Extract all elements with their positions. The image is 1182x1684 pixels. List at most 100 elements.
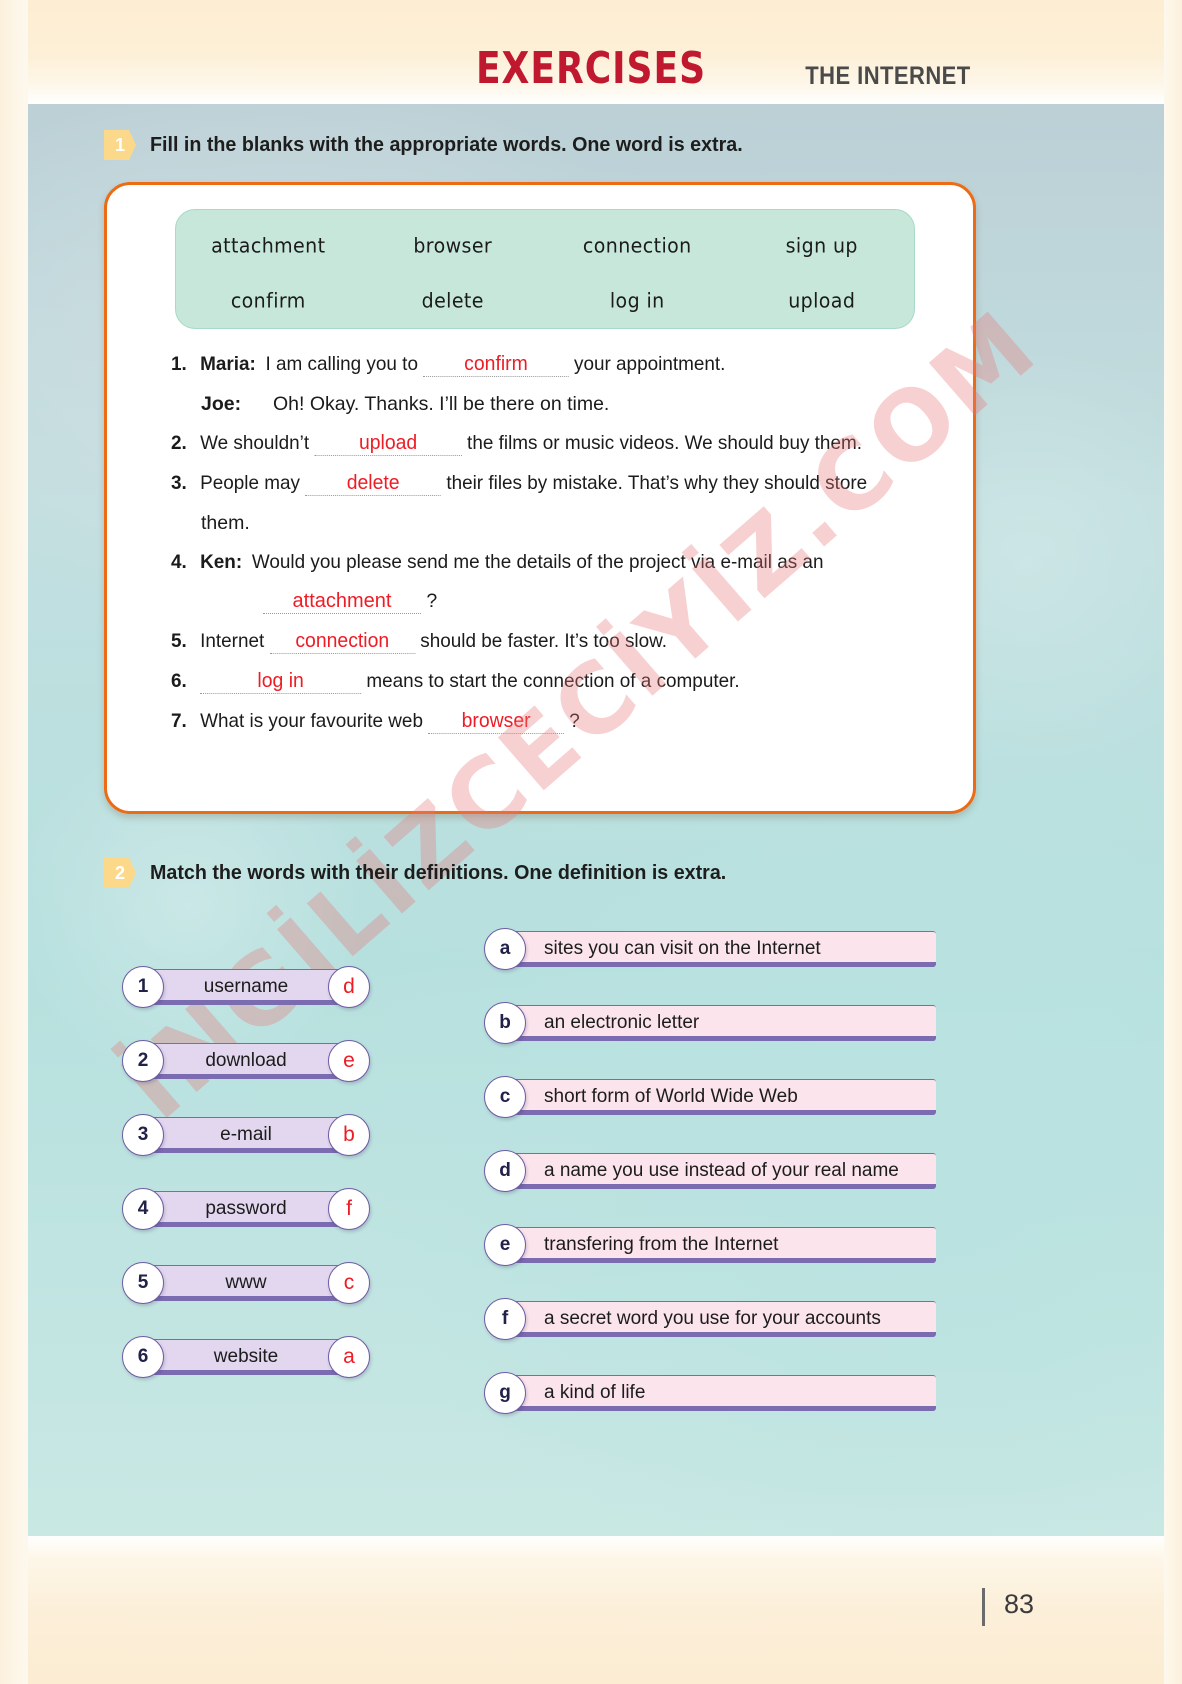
question-text: Would you please send me the details of … bbox=[251, 551, 824, 573]
word-bank-word[interactable]: browser bbox=[361, 234, 546, 257]
question-row: 3. People may delete their files by mist… bbox=[171, 472, 931, 496]
definition-item[interactable]: g a kind of life bbox=[484, 1372, 936, 1414]
exercise-1-instruction: Fill in the blanks with the appropriate … bbox=[150, 133, 743, 156]
exercise-2-badge: 2 bbox=[104, 858, 136, 888]
definition-letter: d bbox=[484, 1150, 526, 1192]
match-word-item[interactable]: 2 download e bbox=[122, 1040, 370, 1082]
question-text: I am calling you to confirm your appoint… bbox=[266, 353, 932, 377]
question-row: 2. We shouldn’t upload the films or musi… bbox=[171, 432, 931, 456]
page-header: EXERCISES THE INTERNET bbox=[0, 0, 1182, 104]
exercise-1-card: attachment browser connection sign up co… bbox=[104, 182, 976, 814]
question-number: 5. bbox=[171, 630, 187, 653]
worksheet-page: EXERCISES THE INTERNET 1 Fill in the bla… bbox=[0, 0, 1182, 1684]
word-bank-word[interactable]: delete bbox=[361, 289, 546, 312]
definition-text: transfering from the Internet bbox=[544, 1234, 779, 1255]
match-words-column: 1 username d 2 download e 3 e-mail b 4 p… bbox=[122, 966, 370, 1410]
definition-letter: f bbox=[484, 1298, 526, 1340]
question-text: Internet connection should be faster. It… bbox=[200, 630, 931, 655]
answer-blank[interactable]: log in bbox=[200, 671, 362, 695]
match-word-item[interactable]: 3 e-mail b bbox=[122, 1114, 370, 1156]
word-bank-word[interactable]: attachment bbox=[176, 234, 361, 257]
speaker-name: Ken: bbox=[200, 551, 243, 573]
exercise-1-header: 1 Fill in the blanks with the appropriat… bbox=[104, 130, 767, 160]
question-continuation: them. bbox=[201, 512, 250, 534]
question-text: We shouldn’t upload the films or music v… bbox=[200, 432, 931, 456]
item-number: 6 bbox=[122, 1336, 164, 1378]
definition-text: short form of World Wide Web bbox=[544, 1086, 798, 1107]
exercise-2-instruction: Match the words with their definitions. … bbox=[150, 861, 727, 884]
text-before-blank: People may bbox=[200, 472, 300, 494]
definition-text: a kind of life bbox=[544, 1382, 646, 1403]
item-answer[interactable]: f bbox=[328, 1188, 370, 1230]
speaker-name: Maria: bbox=[200, 353, 256, 375]
exercise-1-badge: 1 bbox=[104, 130, 136, 160]
question-row: 5. Internet connection should be faster.… bbox=[171, 630, 931, 655]
answer-blank[interactable]: connection bbox=[269, 631, 416, 655]
item-answer[interactable]: b bbox=[328, 1114, 370, 1156]
answer-blank[interactable]: upload bbox=[314, 433, 462, 456]
definition-text: a name you use instead of your real name bbox=[544, 1160, 899, 1181]
speaker-name: Joe: bbox=[201, 393, 242, 415]
left-margin-strip bbox=[0, 0, 28, 1684]
match-word-item[interactable]: 6 website a bbox=[122, 1336, 370, 1378]
item-number: 5 bbox=[122, 1262, 164, 1304]
match-word-item[interactable]: 4 password f bbox=[122, 1188, 370, 1230]
definition-item[interactable]: a sites you can visit on the Internet bbox=[484, 928, 936, 970]
word-bank-word[interactable]: confirm bbox=[176, 289, 361, 312]
definition-letter: e bbox=[484, 1224, 526, 1266]
definition-item[interactable]: d a name you use instead of your real na… bbox=[484, 1150, 936, 1192]
answer-blank[interactable]: browser bbox=[428, 711, 565, 735]
item-answer[interactable]: a bbox=[328, 1336, 370, 1378]
definition-item[interactable]: b an electronic letter bbox=[484, 1002, 936, 1044]
item-number: 3 bbox=[122, 1114, 164, 1156]
item-label: password bbox=[205, 1198, 287, 1219]
answer-blank[interactable]: delete bbox=[305, 473, 442, 496]
question-number: 1. bbox=[171, 353, 187, 375]
item-label: download bbox=[205, 1050, 287, 1071]
definition-letter: c bbox=[484, 1076, 526, 1118]
item-label: username bbox=[203, 976, 289, 997]
definition-item[interactable]: f a secret word you use for your account… bbox=[484, 1298, 936, 1340]
answer-blank[interactable]: confirm bbox=[423, 354, 569, 377]
text-before-blank: We shouldn’t bbox=[200, 432, 310, 454]
definition-item[interactable]: e transfering from the Internet bbox=[484, 1224, 936, 1266]
item-number: 2 bbox=[122, 1040, 164, 1082]
page-footer: 83 bbox=[0, 1536, 1182, 1684]
definition-text: an electronic letter bbox=[544, 1012, 700, 1033]
exercise-2-header: 2 Match the words with their definitions… bbox=[104, 858, 750, 888]
exercise-1-questions: 1. Maria: I am calling you to confirm yo… bbox=[171, 353, 955, 750]
word-bank-word[interactable]: upload bbox=[730, 289, 915, 312]
text-after-blank: the films or music videos. We should buy… bbox=[467, 432, 862, 454]
question-number: 3. bbox=[171, 472, 187, 494]
answer-blank[interactable]: attachment bbox=[263, 591, 421, 615]
match-word-item[interactable]: 1 username d bbox=[122, 966, 370, 1008]
text-before-blank: What is your favourite web bbox=[200, 710, 423, 733]
unit-title: THE INTERNET bbox=[805, 62, 971, 90]
definition-text: sites you can visit on the Internet bbox=[544, 938, 821, 959]
word-bank-word[interactable]: sign up bbox=[730, 234, 915, 257]
match-word-item[interactable]: 5 www c bbox=[122, 1262, 370, 1304]
item-label: www bbox=[225, 1272, 267, 1293]
question-row: 7. What is your favourite web browser ? bbox=[171, 710, 931, 735]
page-number-rule bbox=[982, 1588, 985, 1626]
question-number: 4. bbox=[171, 551, 187, 573]
definition-item[interactable]: c short form of World Wide Web bbox=[484, 1076, 936, 1118]
text-after-blank: ? bbox=[426, 590, 438, 613]
item-answer[interactable]: e bbox=[328, 1040, 370, 1082]
word-bank: attachment browser connection sign up co… bbox=[175, 209, 915, 329]
word-bank-row-1: attachment browser connection sign up bbox=[176, 234, 915, 257]
text-after-blank: their files by mistake. That’s why they … bbox=[446, 472, 868, 494]
word-bank-word[interactable]: connection bbox=[545, 234, 730, 257]
item-number: 1 bbox=[122, 966, 164, 1008]
item-answer[interactable]: c bbox=[328, 1262, 370, 1304]
question-row: 6. log in means to start the connection … bbox=[171, 670, 931, 695]
question-number: 2. bbox=[171, 432, 187, 454]
word-bank-word[interactable]: log in bbox=[545, 289, 730, 312]
text-after-blank: ? bbox=[569, 710, 580, 733]
text-after-blank: your appointment. bbox=[573, 353, 726, 375]
item-answer[interactable]: d bbox=[328, 966, 370, 1008]
question-row: 1. Maria: I am calling you to confirm yo… bbox=[171, 353, 931, 377]
dialogue-reply-row: Joe: Oh! Okay. Thanks. I’ll be there on … bbox=[201, 393, 955, 416]
text-before-blank: I am calling you to bbox=[265, 353, 418, 375]
text-after-blank: means to start the connection of a compu… bbox=[366, 670, 740, 693]
